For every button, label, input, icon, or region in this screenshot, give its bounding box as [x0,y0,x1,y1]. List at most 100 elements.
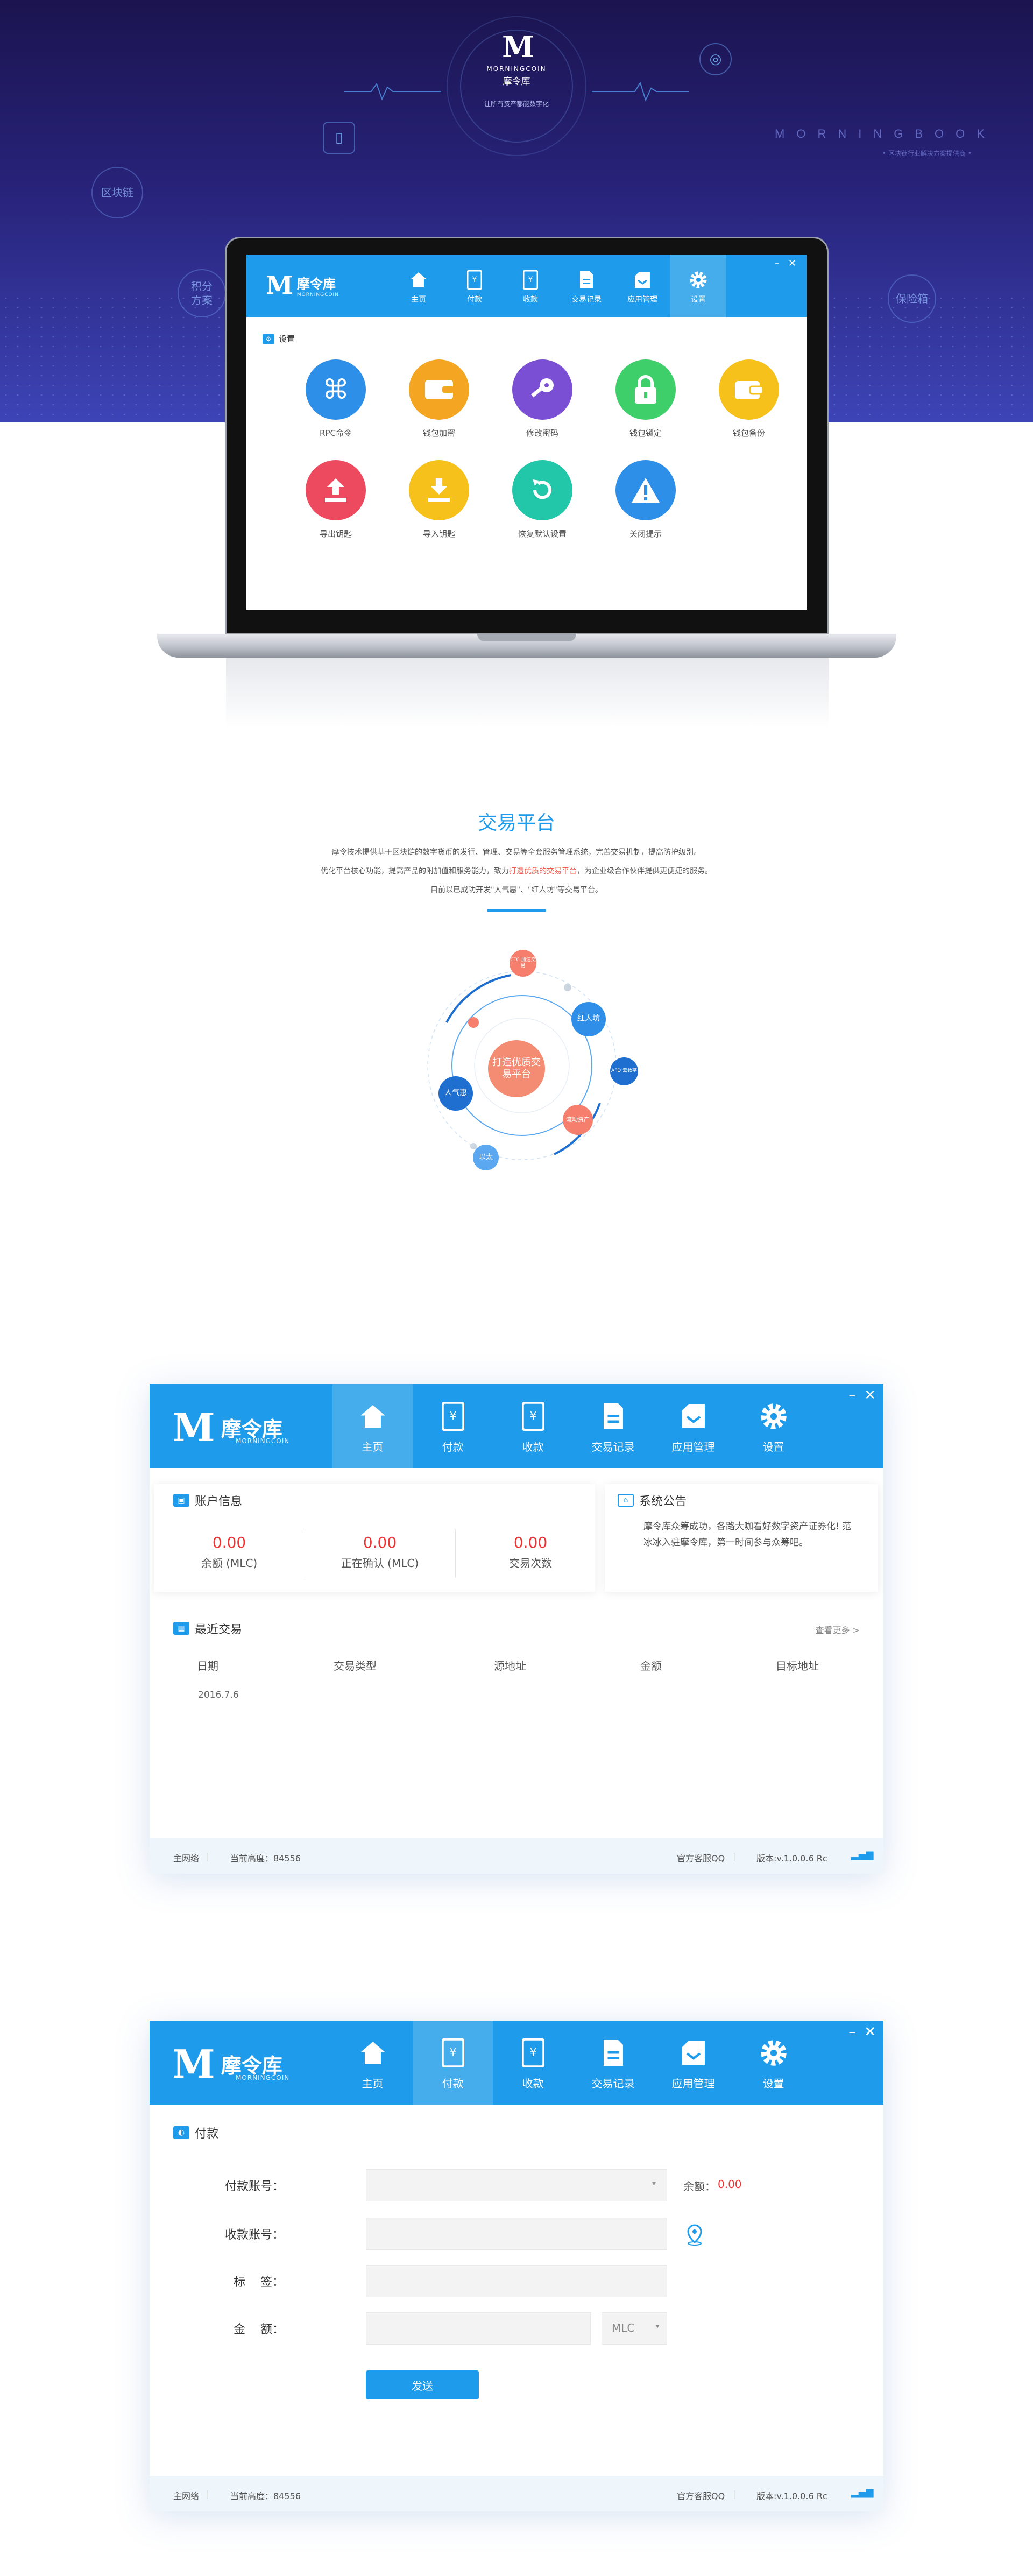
status-qq[interactable]: 官方客服QQ [677,2489,725,2502]
mini-logo-cn: 摩令库 [296,276,336,292]
key-icon [512,359,572,420]
minimize-button[interactable]: – [848,2024,855,2040]
pay-icon: ¥ [464,268,485,292]
mini-app-logo: M 摩令库 MORNINGCOIN [266,271,339,300]
recv-account-input[interactable] [366,2218,667,2250]
trade-underline [487,909,546,912]
orbit-orb-liquid: 流动资产 [563,1105,593,1135]
orbit-orb-ether: 以太 [473,1145,499,1170]
mini-nav-pay[interactable]: ¥ 付款 [447,255,503,317]
mini-nav-settings[interactable]: 设置 [670,255,726,317]
settings-grid: ⌘ RPC命令 钱包加密 修改密码 钱包锁定 钱包备份 导出钥匙 导入钥匙 恢复默… [284,359,779,539]
status-separator: | [206,2489,209,2499]
mini-nav-apps[interactable]: 应用管理 [614,255,670,317]
view-more-link[interactable]: 查看更多 > [816,1623,860,1636]
pay-window-controls: – ✕ [848,2024,876,2040]
settings-item-export[interactable]: 导出钥匙 [284,460,387,539]
nav-records[interactable]: 交易记录 [573,1384,653,1468]
minimize-button[interactable]: – [848,1387,855,1403]
bubble-safe: 保险箱 [888,274,936,323]
nav-records-label: 交易记录 [591,1440,635,1453]
status-version: 版本:v.1.0.0.6 Rc [756,2491,827,2501]
orbit-orb-hongrenfang: 红人坊 [571,1002,606,1036]
nav-home[interactable]: 主页 [332,1384,413,1468]
settings-item-label: 钱包备份 [732,428,765,438]
notice-icon: ⌂ [618,1494,634,1507]
nav-records-label: 交易记录 [591,2077,635,2090]
settings-item-label: 导入钥匙 [422,529,455,539]
status-version: 版本:v.1.0.0.6 Rc [756,1853,827,1864]
calendar-icon: ▦ [173,1622,189,1635]
hero-slogan: 让所有资产都能数字化 [484,100,549,108]
home-window-controls: – ✕ [848,1387,876,1403]
mini-nav-records-label: 交易记录 [571,295,602,304]
nav-receive[interactable]: ¥ 收款 [493,2021,573,2105]
home-app-header: M 摩令库 MORNINGCOIN 主页 ¥ 付款 ¥ 收款 交易记录 应用管理 设… [150,1384,883,1468]
nav-apps[interactable]: 应用管理 [653,1384,733,1468]
unit-select[interactable]: MLC ▾ [602,2312,667,2345]
mini-minimize-button[interactable]: – [775,258,780,269]
pay-status-bar: 主网络 | 当前高度：84556 官方客服QQ | 版本:v.1.0.0.6 R… [150,2476,883,2511]
mini-logo-en: MORNINGCOIN [296,292,339,298]
mini-nav-settings-label: 设置 [691,295,706,304]
settings-item-close-tips[interactable]: 关闭提示 [594,460,697,539]
receive-icon: ¥ [518,2035,549,2071]
settings-item-rpc[interactable]: ⌘ RPC命令 [284,359,387,439]
account-card-header: ▣ 账户信息 [173,1492,242,1509]
gear-icon [688,268,709,292]
nav-settings[interactable]: 设置 [733,2021,813,2105]
orbit-center: 打造优质交易平台 [488,1040,545,1097]
laptop-reflection [226,658,829,728]
home-icon [408,268,429,292]
settings-item-lock[interactable]: 钱包锁定 [594,359,697,439]
svg-text:¥: ¥ [449,2046,456,2059]
orbit-orb-renqihui: 人气惠 [438,1076,473,1111]
upload-icon [306,460,366,520]
nav-pay[interactable]: ¥ 付款 [413,2021,493,2105]
close-button[interactable]: ✕ [864,2024,876,2040]
settings-item-backup[interactable]: 钱包备份 [697,359,801,439]
settings-item-password[interactable]: 修改密码 [491,359,594,439]
mini-nav-records[interactable]: 交易记录 [558,255,614,317]
orbit-orb-afd: AFD 云数字 [610,1057,638,1085]
gear-icon [758,1399,789,1434]
tag-input[interactable] [366,2265,667,2297]
settings-header: ⚙ 设置 [263,333,295,344]
status-separator: | [206,1851,209,1861]
col-type: 交易类型 [334,1660,377,1672]
chevron-down-icon: ▾ [652,2179,656,2188]
send-button[interactable]: 发送 [366,2370,479,2399]
settings-item-reset[interactable]: 恢复默认设置 [491,460,594,539]
trade-desc-2b: ，为企业级合作伙伴提供更便捷的服务。 [577,867,712,876]
unit-value: MLC [612,2321,635,2334]
pay-app-header: M 摩令库 MORNINGCOIN 主页 ¥ 付款 ¥ 收款 交易记录 应用管理 设… [150,2021,883,2105]
settings-item-import[interactable]: 导入钥匙 [387,460,491,539]
nav-records[interactable]: 交易记录 [573,2021,653,2105]
nav-settings[interactable]: 设置 [733,1384,813,1468]
notice-card-header: ⌂ 系统公告 [618,1492,687,1509]
mini-close-button[interactable]: ✕ [788,258,796,269]
bubble-blockchain: 区块链 [91,167,143,218]
nav-pay[interactable]: ¥ 付款 [413,1384,493,1468]
nav-apps[interactable]: 应用管理 [653,2021,733,2105]
records-icon [576,268,597,292]
status-qq[interactable]: 官方客服QQ [677,1851,725,1864]
stat-tx-count: 0.00 交易次数 [455,1534,606,1570]
home-nav: 主页 ¥ 付款 ¥ 收款 交易记录 应用管理 设置 [332,1384,813,1468]
settings-title: 设置 [279,334,295,344]
status-height: 当前高度：84556 [230,2491,301,2501]
location-pin-icon[interactable] [685,2224,704,2248]
settings-item-encrypt[interactable]: 钱包加密 [387,359,491,439]
nav-home[interactable]: 主页 [332,2021,413,2105]
home-app-logo: M 摩令库 MORNINGCOIN [172,1405,289,1450]
amount-input[interactable] [366,2312,591,2345]
wallet-backup-icon [719,359,779,420]
pay-account-select[interactable]: ▾ [366,2169,667,2201]
mini-nav-receive[interactable]: ¥ 收款 [503,255,558,317]
close-button[interactable]: ✕ [864,1387,876,1403]
mini-nav-home[interactable]: 主页 [391,255,447,317]
table-row-date[interactable]: 2016.7.6 [198,1690,239,1700]
nav-receive[interactable]: ¥ 收款 [493,1384,573,1468]
trade-desc-3: 目前以已成功开发"人气惠"、"红人坊"等交易平台。 [430,886,603,894]
notice-card: ⌂ 系统公告 摩令库众筹成功，各路大咖看好数字资产证券化! 范冰冰入驻摩令库，第一… [605,1484,878,1592]
